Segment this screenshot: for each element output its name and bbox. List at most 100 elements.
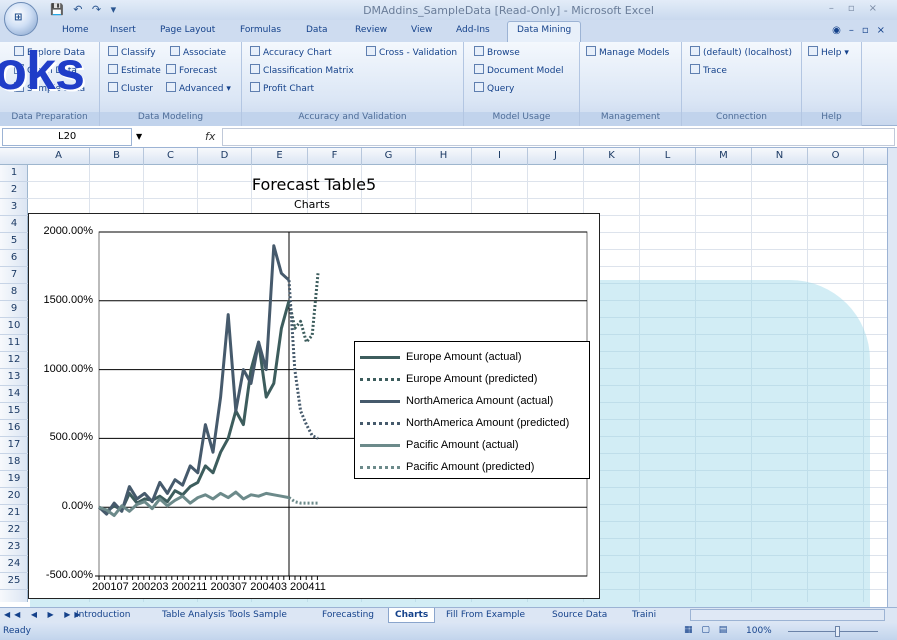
tab-view[interactable]: View: [411, 25, 432, 35]
row-header-13[interactable]: 13: [0, 369, 28, 386]
row-header-11[interactable]: 11: [0, 335, 28, 352]
cluster-button[interactable]: Cluster: [108, 82, 153, 94]
sheet-tab-source-data[interactable]: Source Data: [552, 608, 607, 623]
row-header-24[interactable]: 24: [0, 556, 28, 573]
row-header-12[interactable]: 12: [0, 352, 28, 369]
vertical-scrollbar[interactable]: [887, 148, 897, 607]
column-header-h[interactable]: H: [416, 148, 472, 165]
legend-swatch: [360, 443, 400, 447]
row-header-14[interactable]: 14: [0, 386, 28, 403]
cluster-icon: [108, 82, 118, 92]
browse-button[interactable]: Browse: [474, 46, 520, 58]
trace-button[interactable]: Trace: [690, 64, 727, 76]
row-header-5[interactable]: 5: [0, 233, 28, 250]
formula-bar: L20 ▼ fx: [0, 126, 897, 148]
tab-insert[interactable]: Insert: [110, 25, 136, 35]
sheet-tab-training[interactable]: Traini: [632, 608, 656, 623]
document-model-button[interactable]: Document Model: [474, 64, 564, 76]
tab-data[interactable]: Data: [306, 25, 328, 35]
profit-chart-button[interactable]: Profit Chart: [250, 82, 314, 94]
accuracy-chart-button[interactable]: Accuracy Chart: [250, 46, 332, 58]
row-header-1[interactable]: 1: [0, 165, 28, 182]
row-header-19[interactable]: 19: [0, 471, 28, 488]
name-box-dropdown-icon[interactable]: ▼: [136, 132, 142, 141]
tab-add-ins[interactable]: Add-Ins: [456, 25, 490, 35]
column-header-f[interactable]: F: [308, 148, 362, 165]
sheet-tab-table-analysis[interactable]: Table Analysis Tools Sample: [162, 608, 287, 623]
row-header-15[interactable]: 15: [0, 403, 28, 420]
help-button[interactable]: Help ▾: [808, 46, 849, 58]
row-header-9[interactable]: 9: [0, 301, 28, 318]
row-header-8[interactable]: 8: [0, 284, 28, 301]
associate-button[interactable]: Associate: [170, 46, 226, 58]
forecast-button[interactable]: Forecast: [166, 64, 217, 76]
connection-button[interactable]: (default) (localhost): [690, 46, 792, 58]
series-line-1: [287, 273, 320, 344]
row-header-4[interactable]: 4: [0, 216, 28, 233]
advanced-button[interactable]: Advanced ▾: [166, 82, 231, 94]
row-header-23[interactable]: 23: [0, 539, 28, 556]
column-header-g[interactable]: G: [362, 148, 416, 165]
classification-matrix-button[interactable]: Classification Matrix: [250, 64, 354, 76]
help-icon: [808, 46, 818, 56]
window-controls[interactable]: –▫×: [829, 3, 891, 14]
sheet-nav-arrows-icon[interactable]: ◀◀ ◀ ▶ ▶▶: [4, 610, 85, 619]
zoom-slider[interactable]: [788, 631, 878, 632]
function-icon[interactable]: fx: [205, 130, 215, 143]
help-controls[interactable]: ◉–▫×: [832, 25, 893, 36]
row-header-7[interactable]: 7: [0, 267, 28, 284]
row-header-22[interactable]: 22: [0, 522, 28, 539]
legend-item: Europe Amount (predicted): [360, 368, 589, 390]
sheet-tab-charts[interactable]: Charts: [388, 608, 436, 623]
sheet-tab-introduction[interactable]: Introduction: [76, 608, 131, 623]
formula-input[interactable]: [222, 128, 895, 146]
column-header-b[interactable]: B: [90, 148, 144, 165]
row-header-16[interactable]: 16: [0, 420, 28, 437]
column-header-k[interactable]: K: [584, 148, 640, 165]
row-header-17[interactable]: 17: [0, 437, 28, 454]
row-header-21[interactable]: 21: [0, 505, 28, 522]
tab-data-mining[interactable]: Data Mining: [507, 21, 582, 42]
office-button[interactable]: ⊞: [4, 2, 38, 36]
column-header-e[interactable]: E: [252, 148, 308, 165]
series-line-3: [287, 280, 319, 440]
row-header-10[interactable]: 10: [0, 318, 28, 335]
tab-home[interactable]: Home: [62, 25, 89, 35]
tab-review[interactable]: Review: [355, 25, 387, 35]
column-header-j[interactable]: J: [528, 148, 584, 165]
column-header-a[interactable]: A: [28, 148, 90, 165]
row-header-3[interactable]: 3: [0, 199, 28, 216]
classification-matrix-icon: [250, 64, 260, 74]
zoom-level[interactable]: 100%: [746, 626, 772, 636]
column-header-c[interactable]: C: [144, 148, 198, 165]
tab-page-layout[interactable]: Page Layout: [160, 25, 215, 35]
row-header-18[interactable]: 18: [0, 454, 28, 471]
legend-item: NorthAmerica Amount (actual): [360, 390, 589, 412]
sheet-tab-fill-from-example[interactable]: Fill From Example: [446, 608, 525, 623]
zoom-thumb[interactable]: [835, 626, 840, 637]
row-header-20[interactable]: 20: [0, 488, 28, 505]
column-header-n[interactable]: N: [752, 148, 808, 165]
name-box[interactable]: L20: [2, 128, 132, 146]
query-button[interactable]: Query: [474, 82, 514, 94]
tab-formulas[interactable]: Formulas: [240, 25, 281, 35]
cross-validation-button[interactable]: Cross - Validation: [366, 46, 457, 58]
view-buttons-icon[interactable]: ▦ ▢ ▤: [684, 625, 730, 635]
row-header-2[interactable]: 2: [0, 182, 28, 199]
group-label: Accuracy and Validation: [242, 112, 463, 126]
row-header-6[interactable]: 6: [0, 250, 28, 267]
profit-chart-icon: [250, 82, 260, 92]
column-header-l[interactable]: L: [640, 148, 696, 165]
column-header-m[interactable]: M: [696, 148, 752, 165]
column-header-o[interactable]: O: [808, 148, 864, 165]
horizontal-scrollbar[interactable]: [690, 609, 885, 621]
manage-models-button[interactable]: Manage Models: [586, 46, 669, 58]
classify-button[interactable]: Classify: [108, 46, 156, 58]
estimate-button[interactable]: Estimate: [108, 64, 161, 76]
legend-label: NorthAmerica Amount (actual): [406, 395, 554, 407]
forecast-chart[interactable]: Europe Amount (actual) Europe Amount (pre…: [28, 213, 600, 599]
sheet-tab-forecasting[interactable]: Forecasting: [322, 608, 374, 623]
column-header-d[interactable]: D: [198, 148, 252, 165]
column-header-i[interactable]: I: [472, 148, 528, 165]
row-header-25[interactable]: 25: [0, 573, 28, 590]
